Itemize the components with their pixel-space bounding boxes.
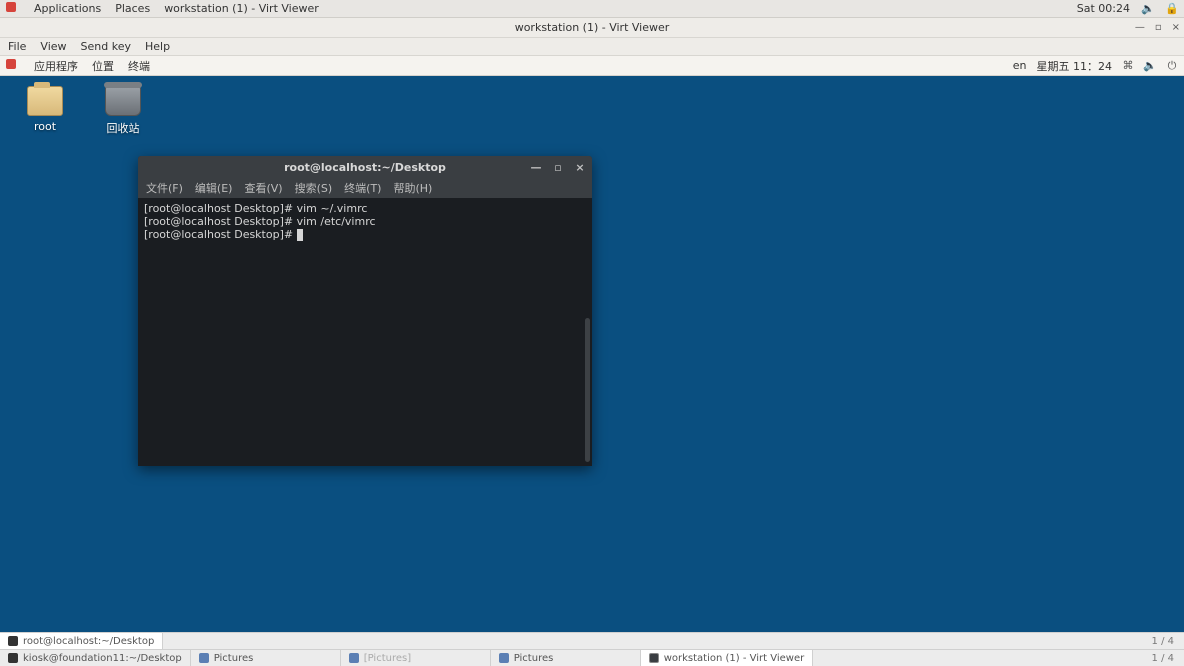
menu-applications[interactable]: Applications xyxy=(34,2,101,15)
menu-view[interactable]: View xyxy=(40,40,66,53)
terminal-scrollbar[interactable] xyxy=(585,318,590,462)
term-menu-terminal[interactable]: 终端(T) xyxy=(344,180,381,196)
task-button[interactable]: Pictures xyxy=(491,650,641,666)
command: vim ~/.vimrc xyxy=(297,202,368,215)
task-label: workstation (1) - Virt Viewer xyxy=(664,653,805,664)
term-menu-search[interactable]: 搜索(S) xyxy=(295,180,333,196)
task-button[interactable]: workstation (1) - Virt Viewer xyxy=(641,650,814,666)
desktop-icon-label: 回收站 xyxy=(88,120,158,136)
viewer-menubar: File View Send key Help xyxy=(0,38,1184,56)
prompt: [root@localhost Desktop]# xyxy=(144,228,297,241)
host-topbar: Applications Places workstation (1) - Vi… xyxy=(0,0,1184,18)
menu-help[interactable]: Help xyxy=(145,40,170,53)
viewer-maximize-button[interactable]: ▫ xyxy=(1155,18,1162,38)
current-app-label[interactable]: workstation (1) - Virt Viewer xyxy=(164,2,319,15)
task-label: Pictures xyxy=(214,653,254,664)
terminal-title: root@localhost:~/Desktop xyxy=(284,161,446,174)
terminal-titlebar[interactable]: root@localhost:~/Desktop — ▫ × xyxy=(138,156,592,178)
term-menu-file[interactable]: 文件(F) xyxy=(146,180,183,196)
folder-icon xyxy=(349,653,359,663)
volume-icon[interactable]: 🔈 xyxy=(1142,3,1154,15)
folder-icon xyxy=(27,86,63,116)
menu-places[interactable]: Places xyxy=(115,2,150,15)
vm-top-panel: 应用程序 位置 终端 en 星期五 11：24 ⌘ 🔈 ⏻ xyxy=(0,56,1184,76)
vm-clock[interactable]: 星期五 11：24 xyxy=(1037,58,1113,74)
volume-icon[interactable]: 🔈 xyxy=(1144,60,1156,72)
folder-icon xyxy=(199,653,209,663)
desktop-icon-trash[interactable]: 回收站 xyxy=(88,86,158,136)
viewer-close-button[interactable]: × xyxy=(1172,18,1180,38)
vm-desktop[interactable]: 应用程序 位置 终端 en 星期五 11：24 ⌘ 🔈 ⏻ root 回收站 r… xyxy=(0,56,1184,632)
terminal-maximize-button[interactable]: ▫ xyxy=(552,161,564,174)
viewer-titlebar[interactable]: workstation (1) - Virt Viewer — ▫ × xyxy=(0,18,1184,38)
power-icon[interactable]: ⏻ xyxy=(1166,60,1178,72)
host-taskbar-upper: root@localhost:~/Desktop 1 / 4 xyxy=(0,632,1184,649)
vm-menu-places[interactable]: 位置 xyxy=(92,58,114,74)
host-taskbar-lower: kiosk@foundation11:~/Desktop Pictures [P… xyxy=(0,649,1184,666)
terminal-icon xyxy=(8,653,18,663)
desktop-icon-root[interactable]: root xyxy=(10,86,80,133)
prompt: [root@localhost Desktop]# xyxy=(144,202,297,215)
task-label: Pictures xyxy=(514,653,554,664)
prompt: [root@localhost Desktop]# xyxy=(144,215,297,228)
terminal-icon xyxy=(8,636,18,646)
network-icon[interactable]: ⌘ xyxy=(1122,60,1134,72)
task-button[interactable]: kiosk@foundation11:~/Desktop xyxy=(0,650,191,666)
task-label: [Pictures] xyxy=(364,653,411,664)
virt-viewer-icon xyxy=(649,653,659,663)
lock-icon[interactable]: 🔒 xyxy=(1166,3,1178,15)
task-button[interactable]: Pictures xyxy=(191,650,341,666)
viewer-title: workstation (1) - Virt Viewer xyxy=(515,21,670,34)
command: vim /etc/vimrc xyxy=(297,215,376,228)
terminal-minimize-button[interactable]: — xyxy=(530,161,542,174)
task-button[interactable]: [Pictures] xyxy=(341,650,491,666)
trash-icon xyxy=(105,86,141,116)
menu-sendkey[interactable]: Send key xyxy=(81,40,131,53)
terminal-body[interactable]: [root@localhost Desktop]# vim ~/.vimrc [… xyxy=(138,198,592,466)
term-menu-edit[interactable]: 编辑(E) xyxy=(195,180,233,196)
terminal-window[interactable]: root@localhost:~/Desktop — ▫ × 文件(F) 编辑(… xyxy=(138,156,592,466)
terminal-close-button[interactable]: × xyxy=(574,161,586,174)
pager[interactable]: 1 / 4 xyxy=(1142,653,1184,664)
vm-lang-indicator[interactable]: en xyxy=(1013,59,1027,72)
menu-file[interactable]: File xyxy=(8,40,26,53)
viewer-minimize-button[interactable]: — xyxy=(1135,18,1145,38)
vm-menu-apps[interactable]: 应用程序 xyxy=(34,58,78,74)
host-clock[interactable]: Sat 00:24 xyxy=(1077,2,1130,15)
term-menu-view[interactable]: 查看(V) xyxy=(244,180,282,196)
folder-icon xyxy=(499,653,509,663)
fedora-logo-icon xyxy=(6,2,20,15)
task-button[interactable]: root@localhost:~/Desktop xyxy=(0,633,163,649)
cursor-icon xyxy=(297,229,303,241)
task-label: kiosk@foundation11:~/Desktop xyxy=(23,653,182,664)
desktop-icon-label: root xyxy=(10,120,80,133)
terminal-menubar: 文件(F) 编辑(E) 查看(V) 搜索(S) 终端(T) 帮助(H) xyxy=(138,178,592,198)
term-menu-help[interactable]: 帮助(H) xyxy=(393,180,432,196)
pager[interactable]: 1 / 4 xyxy=(1142,636,1184,647)
task-label: root@localhost:~/Desktop xyxy=(23,636,154,647)
fedora-logo-icon xyxy=(6,59,20,72)
vm-menu-terminal[interactable]: 终端 xyxy=(128,58,150,74)
